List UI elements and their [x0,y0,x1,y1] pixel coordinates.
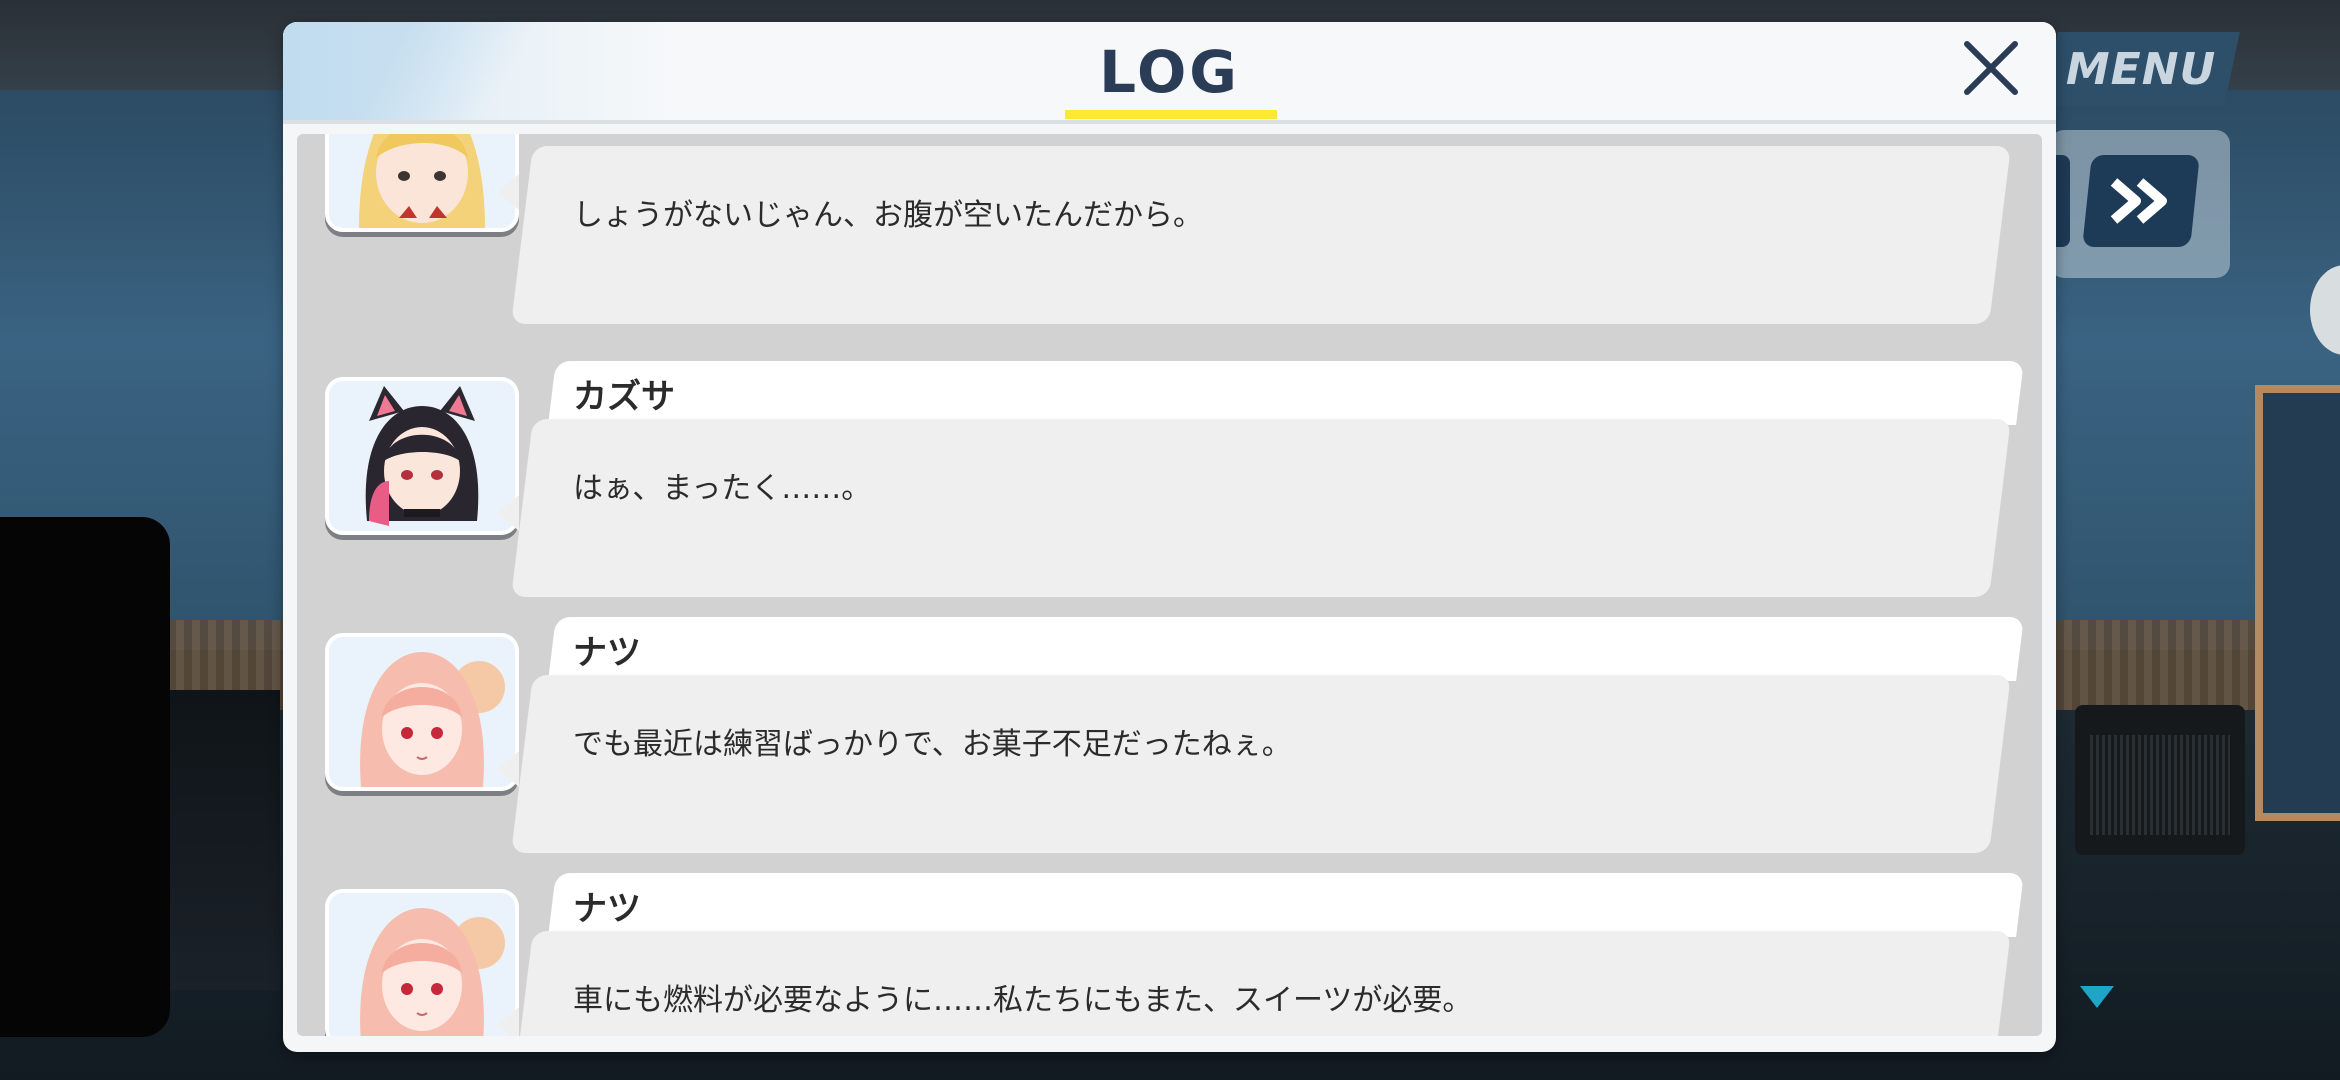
menu-button-label: MENU [2065,43,2217,95]
speaker-name-plate [548,617,2024,681]
bubble-tail [497,1007,519,1036]
speaker-name-plate [548,873,2024,937]
close-icon [1964,41,2018,95]
message-text: 車にも燃料が必要なように……私たちにもまた、スイーツが必要。 [573,983,1473,1018]
message-text: はぁ、まったく……。 [573,471,872,506]
log-entry: ナツ 車にも燃料が必要なように……私たちにもまた、スイーツが必要。 [297,859,2042,1036]
fast-forward-button[interactable] [2082,155,2200,247]
message-box [511,146,2011,324]
menu-button[interactable]: MENU [2042,32,2240,106]
message-box [511,419,2011,597]
background-dark-panel [0,517,170,1037]
message-text: しょうがないじゃん、お腹が空いたんだから。 [573,198,1203,233]
log-entry: ナツ でも最近は練習ばっかりで、お菓子不足だったねぇ。 [297,603,2042,853]
speaker-name-plate [548,361,2024,425]
message-box [511,675,2011,853]
speaker-name: ナツ [573,633,641,673]
dialog-title: LOG [1099,38,1240,106]
bubble-tail [497,751,519,787]
triangle-down-icon[interactable] [2080,986,2114,1008]
background-door [2255,385,2340,821]
log-entry: カズサ はぁ、まったく……。 [297,347,2042,597]
bubble-tail [497,174,519,210]
black-hair-cat-ear-girl-avatar [325,377,519,535]
blonde-girl-avatar [325,134,519,232]
message-text: でも最近は練習ばっかりで、お菓子不足だったねぇ。 [573,727,1292,762]
speaker-name: ナツ [573,889,641,929]
dialog-header: LOG [283,22,2056,120]
log-list[interactable]: しょうがないじゃん、お腹が空いたんだから。 カズサ はぁ、まったく……。 ナツ … [297,134,2042,1036]
header-divider [283,120,2056,124]
close-button[interactable] [1959,36,2023,100]
fast-forward-icon [2110,178,2167,224]
log-dialog: LOG しょうがないじゃん、お腹が空いたんだから。 カズサ はぁ、まったく……。… [283,22,2056,1052]
background-amplifier-grill [2090,735,2230,835]
title-underline [1065,110,1277,119]
pink-hair-girl-avatar [325,633,519,791]
pink-hair-girl-avatar [325,889,519,1036]
background-drum-kit [170,690,280,990]
bubble-tail [497,495,519,531]
log-entry: しょうがないじゃん、お腹が空いたんだから。 [297,134,2042,324]
speaker-name: カズサ [573,377,675,417]
